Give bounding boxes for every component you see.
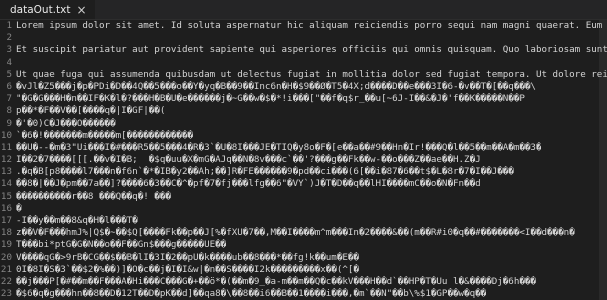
line-text: Lorem ipsum dolor sit amet. Id soluta as… xyxy=(16,20,603,31)
line-number: 4 xyxy=(6,56,12,68)
line-text: ��8�|��J�pm��7a��]?����6�3��C�^�pf�7�fj�… xyxy=(16,178,481,190)
editor-line[interactable]: 13 .�q�B[p8����l7���n�f6n`�*�IB�y2��Ah;��… xyxy=(0,166,607,178)
line-number: 5 xyxy=(6,68,12,80)
line-text: �'�0)C�J���O������ xyxy=(16,117,116,129)
tab-title: dataOut.txt xyxy=(10,3,71,16)
line-number: 17 xyxy=(0,215,12,226)
editor-line[interactable]: 17 -I��y��m��8&q�H�l���T� xyxy=(0,215,607,227)
line-number: 7 xyxy=(6,93,12,105)
line-number: 2 xyxy=(6,32,12,44)
line-text: p��*�F��V��[����q�|I�GF|��( xyxy=(16,105,166,117)
editor-line[interactable]: 21 0I�8I�S�3`��$2�%��)]�O�c��j�I�I&w|�n��… xyxy=(0,264,607,276)
editor-line[interactable]: 3 Et suscipit pariatur aut provident sapi… xyxy=(0,44,607,56)
line-number: 8 xyxy=(6,105,12,117)
close-icon[interactable]: × xyxy=(76,4,86,16)
line-text: 0I�8I�S�3`��$2�%��)]�O�c��j�I�I&w|�n��S�… xyxy=(16,263,359,275)
editor-line[interactable]: 7 "�G�G���H�n��IF�K�l�?���H�B�U�e������j�… xyxy=(0,93,607,105)
line-text: .�q�B[p8����l7���n�f6n`�*�IB�y2��Ah;��]R… xyxy=(16,166,514,178)
line-text: Ut quae fuga qui assumenda quibusdam ut … xyxy=(16,68,607,80)
editor-line[interactable]: 6 �vJl�Z5���j�p�PDi�D��4Q��5���o��Y�yq�B�… xyxy=(0,81,607,93)
editor-line[interactable]: 10 `�6�!�������m�����m[������������ xyxy=(0,130,607,142)
line-number: 20 xyxy=(0,251,12,263)
line-number: 19 xyxy=(0,239,12,251)
text-lines: 1 Lorem ipsum dolor sit amet. Id soluta a… xyxy=(0,20,607,300)
editor-line[interactable]: 14 ��8�|��J�pm��7a��]?����6�3��C�^�pf�7�f… xyxy=(0,178,607,190)
line-number: 9 xyxy=(6,117,12,129)
line-text: `�6�!�������m�����m[������������ xyxy=(16,129,194,141)
tab-bar: dataOut.txt × xyxy=(0,0,607,20)
line-text: I��2�7����[[[.��v�I�B; �$q�uu�X�mG�AJq��… xyxy=(16,154,481,166)
editor-line[interactable]: 22 ��j���P[�#��m��F���A�Hi���C���G�+��ö*�… xyxy=(0,276,607,288)
editor-line[interactable]: 20 V����qG�>9rB�CG��$��B�lI�3I�2��pU�k���… xyxy=(0,252,607,264)
line-text: ����������r��8 ���Q��q�! ��� xyxy=(16,190,171,202)
editor-line[interactable]: 9 �'�0)C�J���O������ xyxy=(0,118,607,130)
editor-line[interactable]: 19 T���bi*ptG�G�N��o��F��Gn$���g�����UE�� xyxy=(0,239,607,251)
line-text: Et suscipit pariatur aut provident sapie… xyxy=(16,44,607,56)
line-number: 12 xyxy=(0,154,12,166)
line-text: � xyxy=(16,202,22,214)
line-text: ��U�--�m�3"Ui���I�#���R5��5���4�R�3`�U�8… xyxy=(16,141,542,153)
line-number: 16 xyxy=(0,202,12,214)
editor-line[interactable]: 4 xyxy=(0,57,607,69)
editor-line[interactable]: 8 p��*�F��V��[����q�|I�GF|��( xyxy=(0,105,607,117)
editor-line[interactable]: 16 � xyxy=(0,203,607,215)
vertical-scrollbar[interactable] xyxy=(599,20,607,300)
line-number: 1 xyxy=(6,20,12,31)
line-number: 3 xyxy=(6,44,12,56)
line-text: z��V�F���hmJ%|Q$�~��$Q[����Fk��p��J[%�fX… xyxy=(16,227,575,239)
line-number: 21 xyxy=(0,263,12,275)
line-number: 13 xyxy=(0,166,12,178)
editor-line[interactable]: 5 Ut quae fuga qui assumenda quibusdam ut… xyxy=(0,69,607,81)
editor-line[interactable]: 15 ����������r��8 ���Q��q�! ��� xyxy=(0,191,607,203)
editor[interactable]: 1 Lorem ipsum dolor sit amet. Id soluta a… xyxy=(0,20,607,300)
editor-line[interactable]: 2 xyxy=(0,32,607,44)
line-text: �vJl�Z5���j�p�PDi�D��4Q��5���o��Y�yq�B��… xyxy=(16,80,536,92)
line-text: �$6�q�g���hn��8��D�12T��D�pK��d]��qa8�\�… xyxy=(16,288,487,300)
tab-dataout[interactable]: dataOut.txt × xyxy=(0,0,95,19)
editor-line[interactable]: 1 Lorem ipsum dolor sit amet. Id soluta a… xyxy=(0,20,607,32)
line-text: V����qG�>9rB�CG��$��B�lI�3I�2��pU�k����u… xyxy=(16,251,359,263)
line-number: 11 xyxy=(0,141,12,153)
editor-line[interactable]: 23 �$6�q�g���hn��8��D�12T��D�pK��d]��qa8�… xyxy=(0,288,607,300)
line-number: 15 xyxy=(0,190,12,202)
line-text: ��j���P[�#��m��F���A�Hi���C���G�+��ö*�(�… xyxy=(16,275,536,287)
line-number: 23 xyxy=(0,288,12,300)
line-number: 14 xyxy=(0,178,12,190)
editor-line[interactable]: 18 z��V�F���hmJ%|Q$�~��$Q[����Fk��p��J[%�… xyxy=(0,227,607,239)
line-number: 10 xyxy=(0,129,12,141)
line-number: 18 xyxy=(0,227,12,239)
editor-line[interactable]: 12 I��2�7����[[[.��v�I�B; �$q�uu�X�mG�AJq… xyxy=(0,154,607,166)
line-number: 22 xyxy=(0,275,12,287)
line-text: "�G�G���H�n��IF�K�l�?���H�B�U�e������j�~… xyxy=(16,93,525,105)
editor-line[interactable]: 11 ��U�--�m�3"Ui���I�#���R5��5���4�R�3`�U… xyxy=(0,142,607,154)
line-number: 6 xyxy=(6,80,12,92)
line-text: -I��y��m��8&q�H�l���T� xyxy=(16,215,138,226)
line-text: T���bi*ptG�G�N��o��F��Gn$���g�����UE�� xyxy=(16,239,227,251)
